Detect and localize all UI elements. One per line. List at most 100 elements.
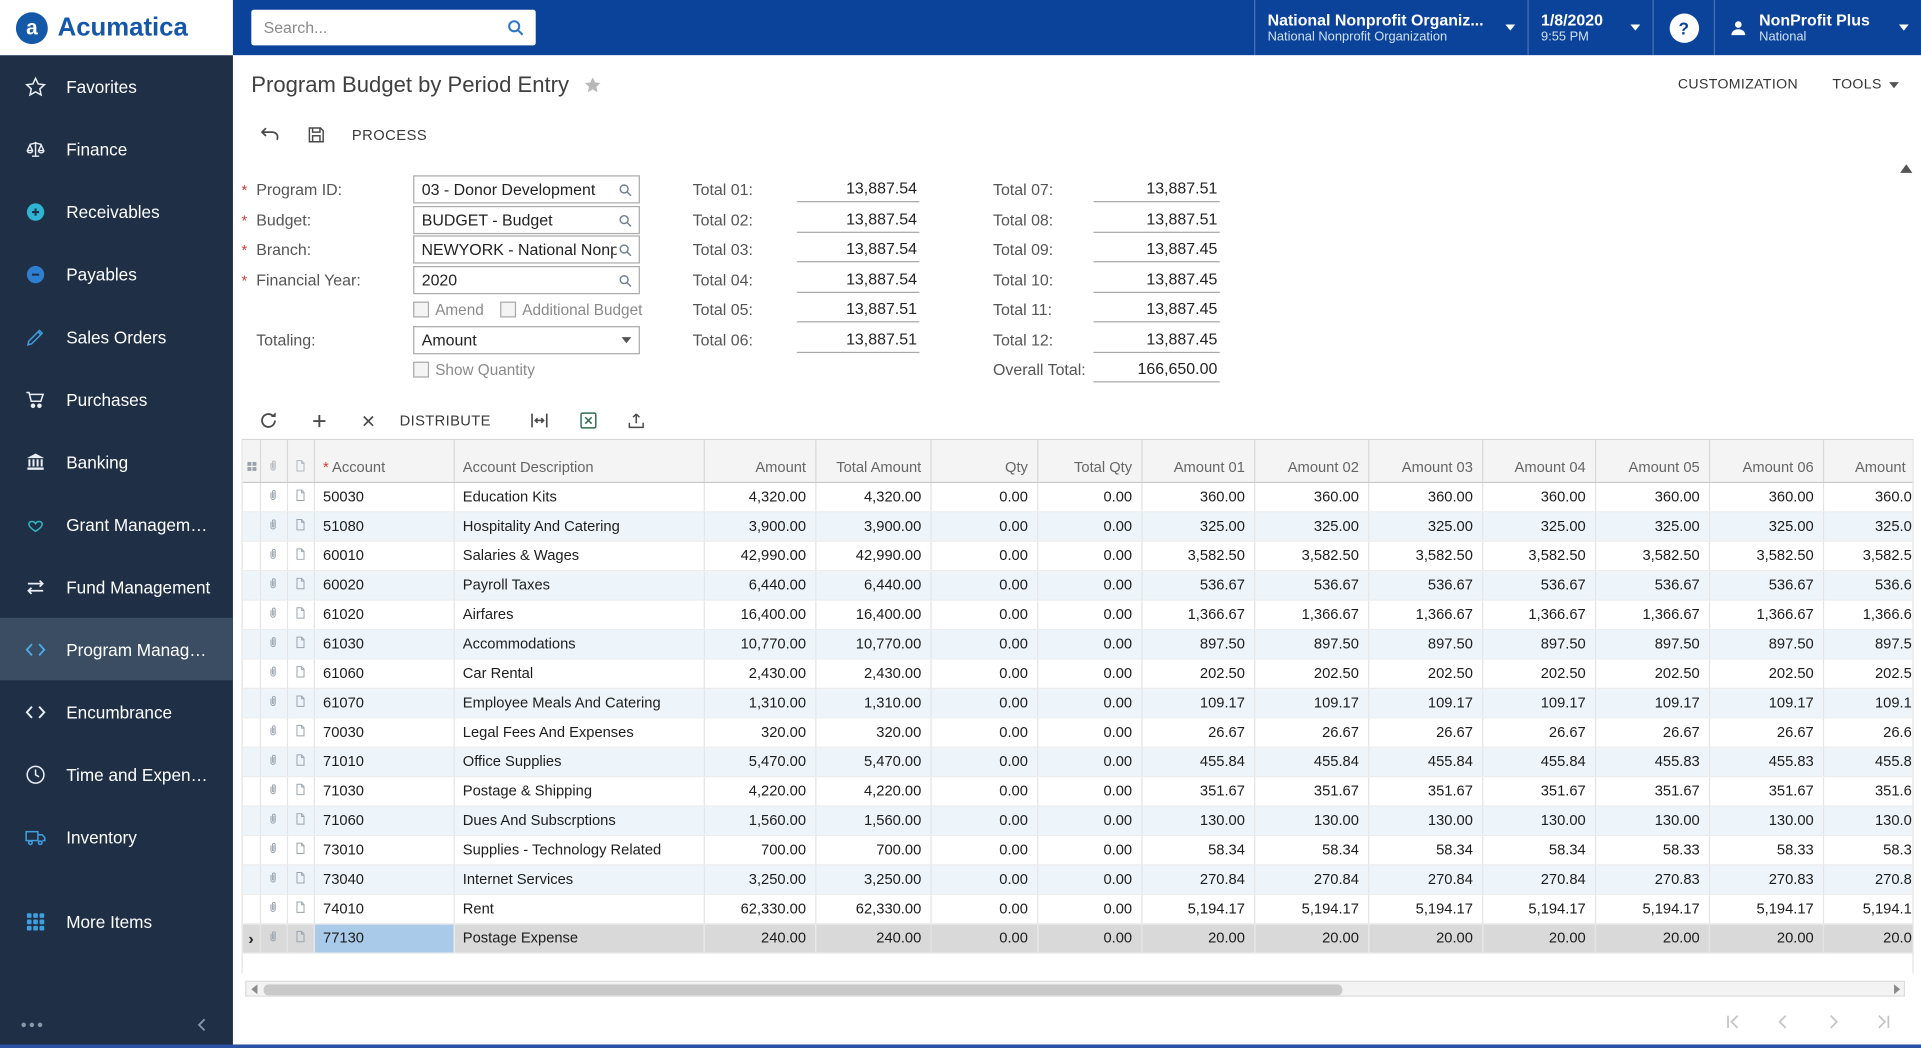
sidebar-item-favorites[interactable]: Favorites bbox=[0, 55, 233, 118]
amount04-cell[interactable]: 897.50 bbox=[1482, 629, 1595, 658]
account-cell[interactable]: 61070 bbox=[314, 688, 454, 717]
account-cell[interactable]: 61030 bbox=[314, 629, 454, 658]
sidebar-item-purchases[interactable]: Purchases bbox=[0, 368, 233, 431]
note-cell[interactable] bbox=[287, 776, 314, 805]
row-selector-cell[interactable] bbox=[243, 864, 260, 893]
amount03-cell[interactable]: 202.50 bbox=[1368, 658, 1482, 687]
lookup-magnifier-icon[interactable] bbox=[617, 241, 634, 258]
export-excel-button[interactable] bbox=[572, 405, 606, 437]
qty-cell[interactable]: 0.00 bbox=[930, 629, 1037, 658]
qty-cell[interactable]: 0.00 bbox=[930, 805, 1037, 834]
total-amount-cell[interactable]: 3,250.00 bbox=[815, 864, 930, 893]
amount07-cell[interactable]: 351.6 bbox=[1823, 776, 1914, 805]
search-input[interactable] bbox=[264, 18, 506, 36]
account-cell[interactable]: 60020 bbox=[314, 570, 454, 599]
qty-cell[interactable]: 0.00 bbox=[930, 541, 1037, 570]
row-selector-cell[interactable] bbox=[243, 658, 260, 687]
lookup-magnifier-icon[interactable] bbox=[617, 272, 634, 289]
amount03-cell[interactable]: 5,194.17 bbox=[1368, 894, 1482, 923]
amount01-cell[interactable]: 360.00 bbox=[1141, 482, 1254, 511]
table-row[interactable]: 60020 Payroll Taxes 6,440.00 6,440.00 0.… bbox=[243, 570, 1914, 599]
sidebar-item-grant-management[interactable]: Grant Management bbox=[0, 493, 233, 556]
user-menu[interactable]: NonProfit Plus National bbox=[1714, 0, 1921, 55]
amount03-cell[interactable]: 58.34 bbox=[1368, 835, 1482, 864]
amount05-cell[interactable]: 26.67 bbox=[1595, 717, 1709, 746]
attachment-cell[interactable] bbox=[260, 688, 287, 717]
amount04-cell[interactable]: 20.00 bbox=[1482, 923, 1595, 952]
more-dots-icon[interactable] bbox=[20, 1021, 45, 1028]
brand-logo[interactable]: a Acumatica bbox=[0, 0, 233, 55]
table-row[interactable]: 73010 Supplies - Technology Related 700.… bbox=[243, 835, 1914, 864]
amount-cell[interactable]: 2,430.00 bbox=[704, 658, 816, 687]
amount06-cell[interactable]: 3,582.50 bbox=[1709, 541, 1823, 570]
qty-cell[interactable]: 0.00 bbox=[930, 835, 1037, 864]
amount04-cell[interactable]: 26.67 bbox=[1482, 717, 1595, 746]
financial-year-field[interactable] bbox=[413, 266, 640, 294]
amount03-cell[interactable]: 897.50 bbox=[1368, 629, 1482, 658]
total-qty-cell[interactable]: 0.00 bbox=[1037, 805, 1141, 834]
row-selector-cell[interactable] bbox=[243, 541, 260, 570]
table-row[interactable]: › 77130 Postage Expense 240.00 240.00 0.… bbox=[243, 923, 1914, 952]
amount07-cell[interactable]: 202.5 bbox=[1823, 658, 1914, 687]
amount04-cell[interactable]: 360.00 bbox=[1482, 482, 1595, 511]
description-cell[interactable]: Legal Fees And Expenses bbox=[454, 717, 704, 746]
row-selector-cell[interactable] bbox=[243, 599, 260, 628]
amount03-cell[interactable]: 26.67 bbox=[1368, 717, 1482, 746]
total-amount-cell[interactable]: 4,220.00 bbox=[815, 776, 930, 805]
amount07-cell[interactable]: 26.6 bbox=[1823, 717, 1914, 746]
account-cell[interactable]: 60010 bbox=[314, 541, 454, 570]
qty-cell[interactable]: 0.00 bbox=[930, 923, 1037, 952]
business-date-menu[interactable]: 1/8/2020 9:55 PM bbox=[1527, 0, 1652, 55]
description-cell[interactable]: Hospitality And Catering bbox=[454, 511, 704, 540]
total-amount-cell[interactable]: 700.00 bbox=[815, 835, 930, 864]
amount01-cell[interactable]: 536.67 bbox=[1141, 570, 1254, 599]
sidebar-item-banking[interactable]: Banking bbox=[0, 430, 233, 493]
refresh-button[interactable] bbox=[251, 405, 285, 437]
column-header-amount02[interactable]: Amount 02 bbox=[1254, 440, 1368, 482]
sidebar-item-program-management[interactable]: Program Managem... bbox=[0, 618, 233, 681]
amount01-cell[interactable]: 5,194.17 bbox=[1141, 894, 1254, 923]
amount03-cell[interactable]: 360.00 bbox=[1368, 482, 1482, 511]
amount03-cell[interactable]: 325.00 bbox=[1368, 511, 1482, 540]
account-cell[interactable]: 77130 bbox=[314, 923, 454, 952]
amount03-cell[interactable]: 109.17 bbox=[1368, 688, 1482, 717]
total-qty-cell[interactable]: 0.00 bbox=[1037, 482, 1141, 511]
amount02-cell[interactable]: 130.00 bbox=[1254, 805, 1368, 834]
qty-cell[interactable]: 0.00 bbox=[930, 482, 1037, 511]
amount06-cell[interactable]: 270.83 bbox=[1709, 864, 1823, 893]
amount06-cell[interactable]: 58.33 bbox=[1709, 835, 1823, 864]
amount02-cell[interactable]: 360.00 bbox=[1254, 482, 1368, 511]
totaling-select[interactable]: Amount bbox=[413, 326, 640, 354]
amount06-cell[interactable]: 536.67 bbox=[1709, 570, 1823, 599]
branch-field[interactable] bbox=[413, 235, 640, 263]
table-row[interactable]: 50030 Education Kits 4,320.00 4,320.00 0… bbox=[243, 482, 1914, 511]
amount07-cell[interactable]: 1,366.6 bbox=[1823, 599, 1914, 628]
amount03-cell[interactable]: 130.00 bbox=[1368, 805, 1482, 834]
qty-cell[interactable]: 0.00 bbox=[930, 894, 1037, 923]
table-row[interactable]: 61060 Car Rental 2,430.00 2,430.00 0.00 … bbox=[243, 658, 1914, 687]
total-amount-cell[interactable]: 42,990.00 bbox=[815, 541, 930, 570]
amount05-cell[interactable]: 1,366.67 bbox=[1595, 599, 1709, 628]
table-row[interactable]: 71010 Office Supplies 5,470.00 5,470.00 … bbox=[243, 747, 1914, 776]
account-cell[interactable]: 50030 bbox=[314, 482, 454, 511]
amount06-cell[interactable]: 325.00 bbox=[1709, 511, 1823, 540]
description-cell[interactable]: Office Supplies bbox=[454, 747, 704, 776]
program-id-field[interactable] bbox=[413, 175, 640, 203]
sidebar-item-finance[interactable]: Finance bbox=[0, 118, 233, 181]
first-page-button[interactable] bbox=[1722, 1011, 1743, 1032]
attachment-cell[interactable] bbox=[260, 717, 287, 746]
account-cell[interactable]: 73010 bbox=[314, 835, 454, 864]
column-header-amount05[interactable]: Amount 05 bbox=[1595, 440, 1709, 482]
amount06-cell[interactable]: 1,366.67 bbox=[1709, 599, 1823, 628]
attachment-cell[interactable] bbox=[260, 805, 287, 834]
total-qty-cell[interactable]: 0.00 bbox=[1037, 747, 1141, 776]
total-amount-cell[interactable]: 2,430.00 bbox=[815, 658, 930, 687]
note-cell[interactable] bbox=[287, 747, 314, 776]
amount05-cell[interactable]: 130.00 bbox=[1595, 805, 1709, 834]
amount04-cell[interactable]: 130.00 bbox=[1482, 805, 1595, 834]
description-cell[interactable]: Dues And Subscrptions bbox=[454, 805, 704, 834]
amount02-cell[interactable]: 1,366.67 bbox=[1254, 599, 1368, 628]
table-row[interactable]: 73040 Internet Services 3,250.00 3,250.0… bbox=[243, 864, 1914, 893]
amount06-cell[interactable]: 351.67 bbox=[1709, 776, 1823, 805]
sidebar-item-payables[interactable]: Payables bbox=[0, 243, 233, 306]
